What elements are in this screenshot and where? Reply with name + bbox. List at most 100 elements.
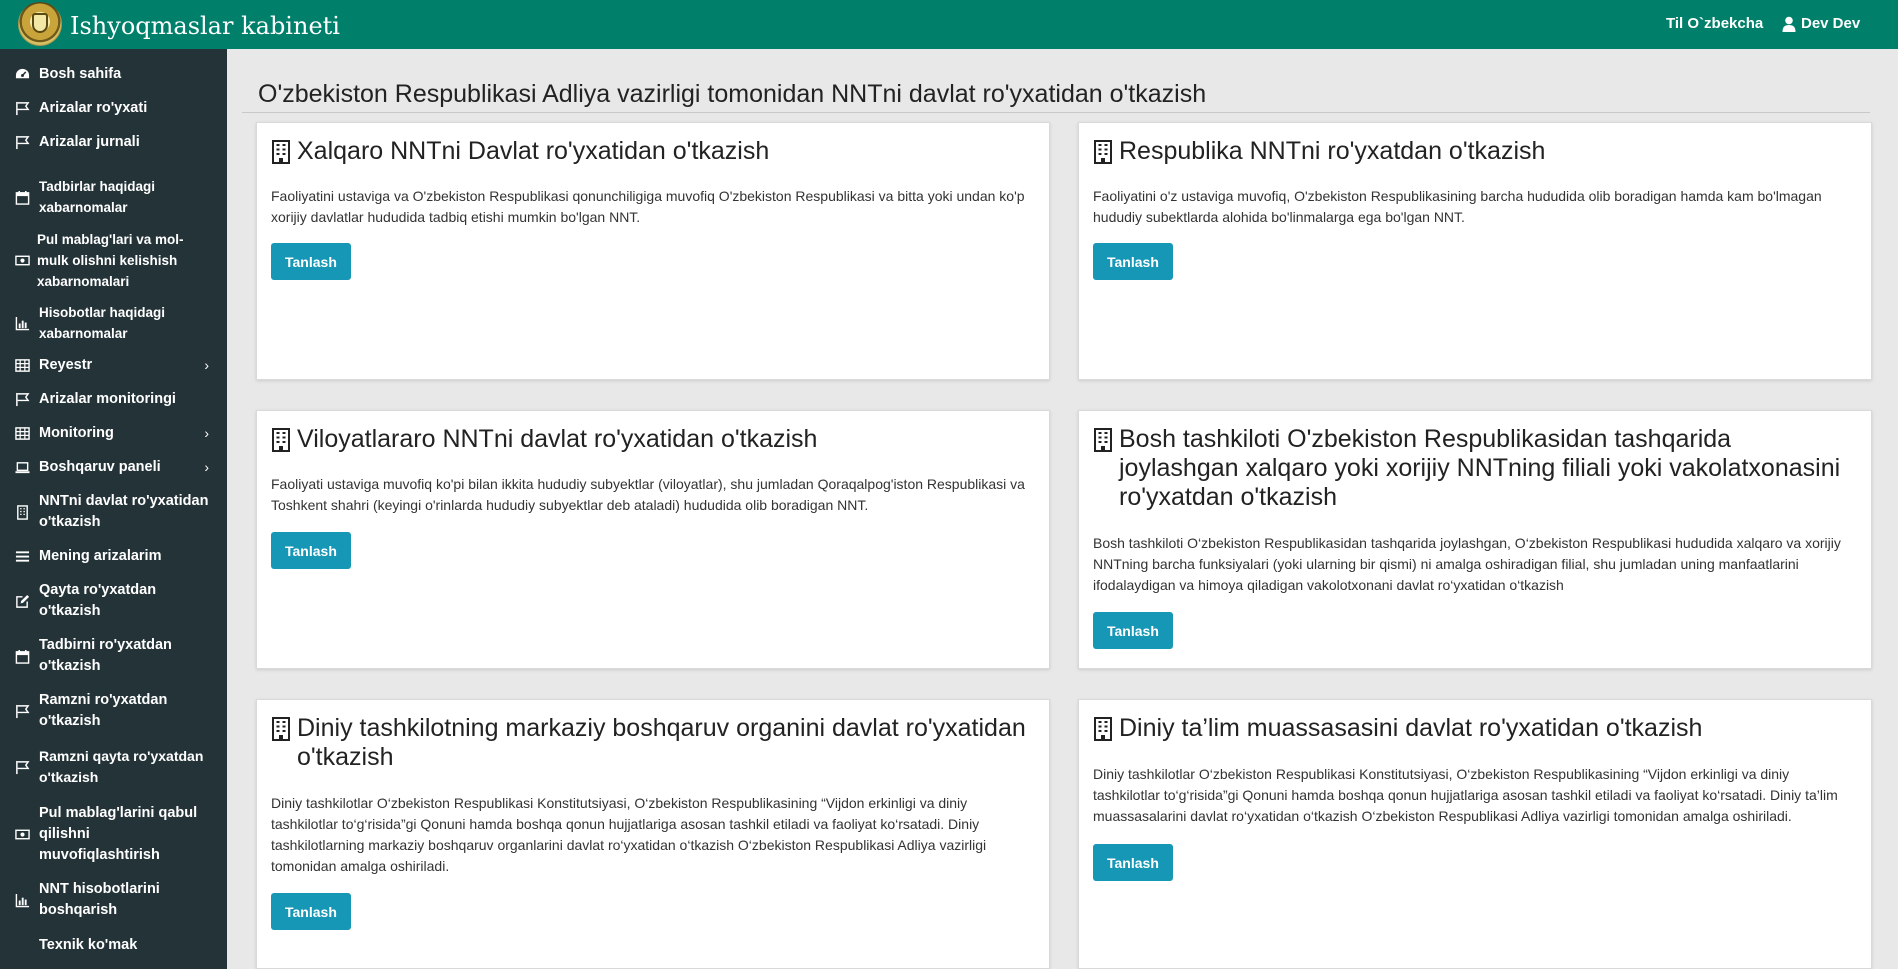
user-icon	[1782, 16, 1796, 32]
sidebar-item-label: Arizalar jurnali	[39, 133, 140, 150]
sidebar-item-reyestr[interactable]: Reyestr ›	[0, 354, 227, 376]
sidebar-item-pul-mablaglarini-qabul[interactable]: Pul mablag'larini qabul qilishni muvofiq…	[0, 801, 227, 867]
sidebar-item-label: Pul mablag'lari va mol-mulk olishni keli…	[37, 232, 184, 289]
sidebar-item-tadbirlar-xabarnomalar[interactable]: Tadbirlar haqidagi xabarnomalar	[0, 176, 227, 218]
sidebar-item-label: Tadbirni ro'yxatdan o'tkazish	[39, 637, 172, 674]
sidebar-item-qayta-royxatdan[interactable]: Qayta ro'yxatdan o'tkazish	[0, 579, 227, 623]
building-icon	[1094, 140, 1112, 164]
sidebar-item-label: Arizalar monitoringi	[39, 390, 176, 407]
card-description: Faoliyatini ustaviga va O'zbekiston Resp…	[271, 188, 1025, 225]
card-description: Faoliyatini o'z ustaviga muvofiq, O'zbek…	[1093, 188, 1822, 225]
card-viloyatlararo-nnt: Viloyatlararo NNTni davlat ro'yxatidan o…	[256, 410, 1050, 669]
chevron-right-icon: ›	[204, 357, 209, 373]
card-title: Xalqaro NNTni Davlat ro'yxatidan o'tkazi…	[297, 137, 770, 165]
card-diniy-talim: Diniy ta’lim muassasasini davlat ro'yxat…	[1078, 699, 1872, 969]
tanlash-button[interactable]: Tanlash	[1093, 612, 1173, 649]
sidebar-item-mening-arizalarim[interactable]: Mening arizalarim	[0, 545, 227, 567]
user-name: Dev Dev	[1801, 15, 1861, 32]
sidebar-item-pul-mablaglari-xabarnomalari[interactable]: Pul mablag'lari va mol-mulk olishni keli…	[0, 229, 227, 292]
building-icon	[14, 504, 30, 520]
sidebar-item-label: Reyestr	[39, 356, 93, 373]
sidebar-item-monitoring[interactable]: Monitoring ›	[0, 422, 227, 444]
card-diniy-tashkilot: Diniy tashkilotning markaziy boshqaruv o…	[256, 699, 1050, 969]
calendar-icon	[14, 648, 30, 664]
card-description: Diniy tashkilotlar O‘zbekiston Respublik…	[1093, 766, 1838, 824]
flag-icon	[14, 703, 30, 719]
sidebar-item-label: Ramzni ro'yxatdan o'tkazish	[39, 692, 168, 729]
bar-chart-icon	[14, 892, 30, 908]
sidebar-item-label: Boshqaruv paneli	[39, 458, 161, 475]
sidebar-item-ramzni-royxatdan[interactable]: Ramzni ro'yxatdan o'tkazish	[0, 689, 227, 733]
sidebar: Bosh sahifa Arizalar ro'yxati Arizalar j…	[0, 49, 227, 969]
building-icon	[272, 140, 290, 164]
sidebar-item-label: NNT hisobotlarini boshqarish	[39, 881, 160, 918]
card-respublika-nnt: Respublika NNTni ro'yxatdan o'tkazish Fa…	[1078, 122, 1872, 380]
table-icon	[14, 357, 30, 373]
building-icon	[1094, 717, 1112, 741]
sidebar-item-label: Arizalar ro'yxati	[39, 99, 148, 116]
user-menu[interactable]: Dev Dev	[1782, 15, 1860, 32]
tanlash-button[interactable]: Tanlash	[1093, 844, 1173, 881]
card-title: Viloyatlararo NNTni davlat ro'yxatidan o…	[297, 425, 818, 453]
money-icon	[14, 826, 30, 842]
sidebar-item-texnik-komak[interactable]: Texnik ko'mak	[0, 934, 227, 956]
sidebar-item-arizalar-jurnali[interactable]: Arizalar jurnali	[0, 131, 227, 153]
page-title: O'zbekiston Respublikasi Adliya vazirlig…	[258, 80, 1207, 108]
calendar-icon	[14, 189, 30, 205]
laptop-icon	[14, 459, 30, 475]
sidebar-item-label: Qayta ro'yxatdan o'tkazish	[39, 582, 157, 619]
sidebar-item-arizalar-monitoringi[interactable]: Arizalar monitoringi	[0, 388, 227, 410]
building-icon	[272, 717, 290, 741]
card-title: Diniy ta’lim muassasasini davlat ro'yxat…	[1119, 714, 1703, 742]
tanlash-button[interactable]: Tanlash	[1093, 243, 1173, 280]
sidebar-item-tadbirni-royxatdan[interactable]: Tadbirni ro'yxatdan o'tkazish	[0, 634, 227, 678]
sidebar-item-label: Bosh sahifa	[39, 65, 122, 82]
flag-icon	[14, 100, 30, 116]
table-icon	[14, 425, 30, 441]
dashboard-icon	[14, 66, 30, 82]
sidebar-item-label: Tadbirlar haqidagi xabarnomalar	[39, 179, 156, 215]
chevron-right-icon: ›	[204, 459, 209, 475]
language-selector[interactable]: Til O`zbekcha	[1666, 15, 1763, 32]
sidebar-item-label: Pul mablag'larini qabul qilishni muvofiq…	[39, 804, 198, 863]
sidebar-item-arizalar-royxati[interactable]: Arizalar ro'yxati	[0, 97, 227, 119]
tanlash-button[interactable]: Tanlash	[271, 532, 351, 569]
tanlash-button[interactable]: Tanlash	[271, 243, 351, 280]
card-title: Diniy tashkilotning markaziy boshqaruv o…	[297, 714, 1026, 771]
card-description: Faoliyati ustaviga muvofiq ko'pi bilan i…	[271, 476, 1025, 513]
building-icon	[1094, 428, 1112, 452]
list-icon	[14, 548, 30, 564]
sidebar-item-hisobotlar-xabarnomalar[interactable]: Hisobotlar haqidagi xabarnomalar	[0, 302, 227, 344]
chevron-right-icon: ›	[204, 425, 209, 441]
tanlash-button[interactable]: Tanlash	[271, 893, 351, 930]
sidebar-item-label: Ramzni qayta ro'yxatdan o'tkazish	[39, 748, 204, 785]
sidebar-item-bosh-sahifa[interactable]: Bosh sahifa	[0, 63, 227, 85]
sidebar-item-label: Hisobotlar haqidagi xabarnomalar	[39, 305, 166, 341]
sidebar-item-nnt-davlat-royxati[interactable]: NNTni davlat ro'yxatidan o'tkazish	[0, 490, 227, 534]
flag-icon	[14, 391, 30, 407]
flag-icon	[14, 134, 30, 150]
card-xalqaro-nnt: Xalqaro NNTni Davlat ro'yxatidan o'tkazi…	[256, 122, 1050, 380]
edit-icon	[14, 593, 30, 609]
flag-icon	[14, 759, 30, 775]
emblem-logo[interactable]	[18, 2, 62, 46]
sidebar-item-label: Mening arizalarim	[39, 547, 162, 564]
sidebar-item-label: NNTni davlat ro'yxatidan o'tkazish	[39, 493, 209, 530]
money-icon	[14, 253, 30, 269]
building-icon	[272, 428, 290, 452]
title-divider	[242, 112, 1870, 113]
sidebar-item-nnt-hisobotlari[interactable]: NNT hisobotlarini boshqarish	[0, 878, 227, 922]
card-description: Bosh tashkiloti O‘zbekiston Respublikasi…	[1093, 535, 1841, 593]
card-title: Bosh tashkiloti O'zbekiston Respublikasi…	[1119, 425, 1841, 511]
app-title[interactable]: Ishyoqmaslar kabineti	[70, 12, 340, 40]
bar-chart-icon	[14, 315, 30, 331]
sidebar-item-label: Texnik ko'mak	[39, 936, 138, 953]
help-icon	[14, 937, 30, 953]
sidebar-item-boshqaruv-paneli[interactable]: Boshqaruv paneli ›	[0, 456, 227, 478]
card-xorijiy-filial: Bosh tashkiloti O'zbekiston Respublikasi…	[1078, 410, 1872, 669]
sidebar-item-label: Monitoring	[39, 424, 114, 441]
top-navbar: Ishyoqmaslar kabineti Til O`zbekcha Dev …	[0, 0, 1898, 49]
card-description: Diniy tashkilotlar O‘zbekiston Respublik…	[271, 795, 987, 874]
sidebar-item-ramzni-qayta-royxatdan[interactable]: Ramzni qayta ro'yxatdan o'tkazish	[0, 745, 227, 789]
card-title: Respublika NNTni ro'yxatdan o'tkazish	[1119, 137, 1546, 165]
